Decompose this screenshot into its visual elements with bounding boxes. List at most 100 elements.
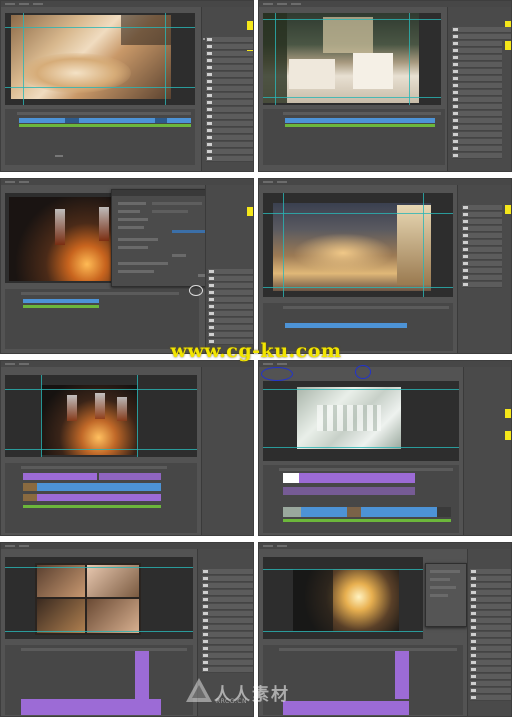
video-track[interactable]	[99, 473, 161, 480]
layers-panel[interactable]	[201, 367, 253, 535]
document-canvas[interactable]	[263, 381, 459, 461]
video-track[interactable]	[23, 473, 97, 480]
layer-row[interactable]	[462, 205, 502, 211]
eye-icon[interactable]	[203, 38, 205, 40]
menu-item[interactable]	[277, 545, 287, 547]
document-canvas[interactable]	[263, 193, 453, 297]
layer-row[interactable]	[470, 639, 511, 645]
document-canvas[interactable]	[263, 13, 441, 105]
video-track[interactable]	[23, 483, 161, 491]
color-swatch[interactable]	[505, 409, 511, 418]
audio-track[interactable]	[23, 305, 99, 308]
layer-row[interactable]	[470, 688, 511, 694]
layer-row[interactable]	[452, 139, 502, 145]
video-track[interactable]	[23, 494, 161, 501]
dialog-field[interactable]	[118, 218, 148, 221]
layers-panel[interactable]	[463, 367, 511, 535]
dialog-field[interactable]	[152, 202, 202, 205]
layer-row[interactable]	[452, 76, 502, 82]
layer-row[interactable]	[462, 268, 502, 274]
layer-row[interactable]	[208, 304, 253, 310]
document-canvas[interactable]	[5, 375, 197, 457]
layer-row[interactable]	[206, 93, 253, 99]
layer-row[interactable]	[208, 318, 253, 324]
dialog-field[interactable]	[430, 570, 460, 573]
color-swatch[interactable]	[247, 207, 253, 216]
layer-row[interactable]	[462, 212, 502, 218]
layer-row[interactable]	[470, 646, 511, 652]
layer-row[interactable]	[452, 90, 502, 96]
video-track[interactable]	[135, 651, 149, 699]
layer-row[interactable]	[202, 590, 253, 596]
timeline[interactable]	[5, 645, 193, 715]
layer-row[interactable]	[462, 240, 502, 246]
layer-row[interactable]	[208, 332, 253, 338]
timeline[interactable]	[263, 465, 459, 533]
menu-item[interactable]	[263, 3, 273, 5]
timeline-ruler[interactable]	[21, 466, 167, 469]
menu-item[interactable]	[19, 363, 29, 365]
timeline[interactable]	[5, 463, 197, 533]
layer-row[interactable]	[470, 611, 511, 617]
timeline[interactable]	[5, 109, 195, 165]
layer-row[interactable]	[206, 79, 253, 85]
layer-row[interactable]	[470, 653, 511, 659]
layers-panel[interactable]	[201, 7, 253, 171]
layer-row[interactable]	[470, 625, 511, 631]
video-track[interactable]	[285, 118, 435, 123]
layer-row[interactable]	[462, 282, 502, 288]
menu-item[interactable]	[5, 545, 15, 547]
video-track[interactable]	[283, 487, 415, 495]
layer-row[interactable]	[470, 576, 511, 582]
dialog-field[interactable]	[118, 246, 148, 249]
timeline-ruler[interactable]	[279, 468, 453, 471]
video-track[interactable]	[283, 507, 451, 517]
layer-row[interactable]	[202, 639, 253, 645]
color-swatch[interactable]	[505, 41, 511, 50]
layer-row[interactable]	[452, 41, 502, 47]
layer-row[interactable]	[452, 55, 502, 61]
layers-panel[interactable]	[467, 549, 511, 716]
layer-row[interactable]	[452, 27, 511, 33]
layer-row[interactable]	[206, 58, 253, 64]
layer-row[interactable]	[452, 125, 502, 131]
video-track[interactable]	[23, 299, 99, 303]
menu-item[interactable]	[33, 3, 43, 5]
video-track[interactable]	[21, 699, 161, 715]
layer-row[interactable]	[452, 69, 502, 75]
layer-row[interactable]	[202, 611, 253, 617]
layer-row[interactable]	[208, 290, 253, 296]
layer-row[interactable]	[470, 695, 511, 701]
layer-row[interactable]	[208, 276, 253, 282]
layer-row[interactable]	[202, 646, 253, 652]
dialog-field[interactable]	[118, 210, 140, 213]
audio-track[interactable]	[23, 505, 161, 508]
dialog-field[interactable]	[430, 586, 456, 589]
layer-row[interactable]	[470, 583, 511, 589]
layers-panel[interactable]	[457, 185, 511, 353]
menu-item[interactable]	[263, 545, 273, 547]
layer-row[interactable]	[462, 247, 502, 253]
layer-row[interactable]	[206, 114, 253, 120]
menu-item[interactable]	[263, 181, 273, 183]
layer-row[interactable]	[452, 153, 502, 159]
layer-row[interactable]	[470, 674, 511, 680]
layer-row[interactable]	[202, 653, 253, 659]
layer-row[interactable]	[206, 72, 253, 78]
layer-row[interactable]	[202, 569, 253, 575]
dialog-field[interactable]	[152, 210, 188, 213]
audio-track[interactable]	[285, 124, 435, 127]
dialog-field[interactable]	[430, 594, 448, 597]
layer-row[interactable]	[470, 681, 511, 687]
timeline-ruler[interactable]	[21, 292, 179, 295]
audio-track[interactable]	[19, 124, 191, 127]
layer-row[interactable]	[202, 583, 253, 589]
layer-row[interactable]	[202, 618, 253, 624]
layer-row[interactable]	[470, 660, 511, 666]
layer-row[interactable]	[206, 156, 253, 162]
timeline-ruler[interactable]	[17, 112, 191, 115]
dialog-field[interactable]	[172, 254, 186, 257]
menu-item[interactable]	[19, 181, 29, 183]
menu-item[interactable]	[5, 363, 15, 365]
layer-row[interactable]	[206, 51, 253, 57]
